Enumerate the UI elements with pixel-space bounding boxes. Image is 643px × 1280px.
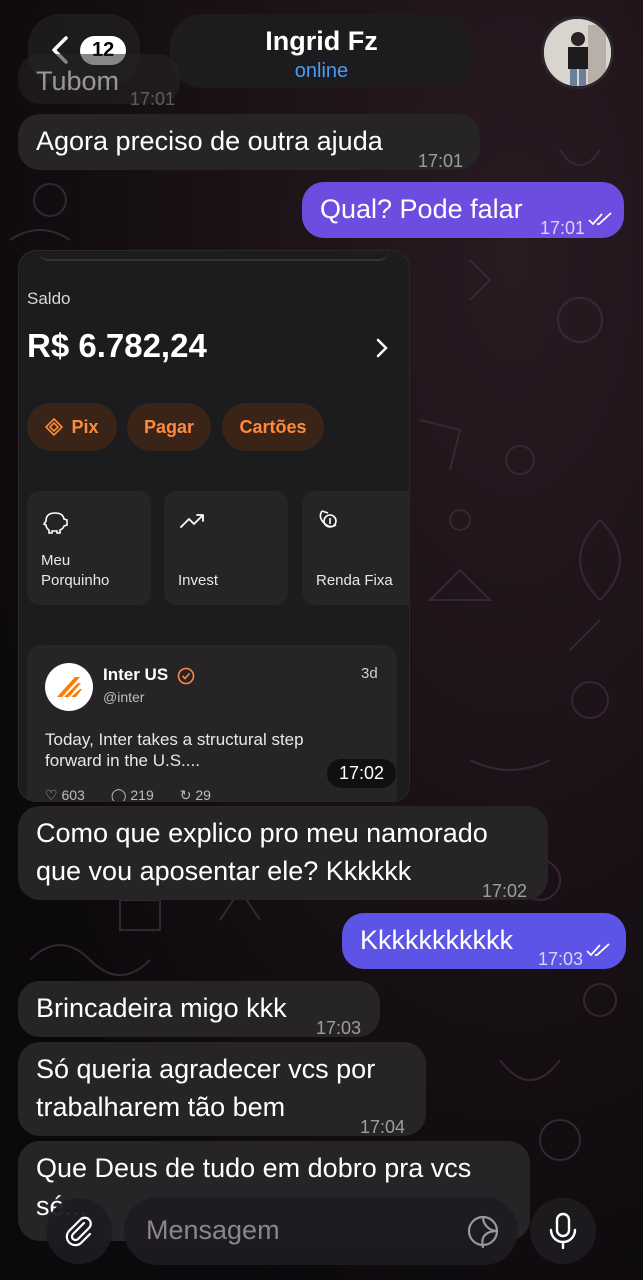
pix-label: Pix [71,416,99,437]
likes-value: 603 [61,787,85,802]
pix-button: Pix [27,403,117,451]
read-receipt-icon [588,212,612,226]
message-bubble-incoming[interactable]: Brincadeira migo kkk 17:03 [18,981,380,1038]
chevron-right-icon [376,338,388,358]
message-text: Que Deus de tudo em dobro pra vcs [36,1153,472,1183]
verified-badge-icon [177,667,195,685]
contact-name: Ingrid Fz [265,26,378,56]
message-input-placeholder: Mensagem [146,1215,280,1245]
image-message[interactable]: Saldo R$ 6.782,24 Pix Pagar Cartões Meu … [18,250,410,802]
message-text: Qual? Pode falar [320,194,523,224]
message-time: 17:01 [418,151,464,171]
inter-logo [45,663,93,711]
message-bubble-outgoing[interactable]: Qual? Pode falar 17:01 [302,182,624,238]
tile-invest: Invest [164,491,288,605]
pix-icon [45,418,64,436]
attach-button[interactable] [46,1198,112,1264]
post-text: Today, Inter takes a structural step for… [45,730,304,770]
message-text: Agora preciso de outra ajuda [36,126,383,156]
message-time: 17:02 [482,881,528,901]
message-time: 17:03 [538,949,584,969]
comments-count: ◯ 219 [110,787,154,802]
read-receipt-icon [586,943,610,957]
tile-label: Renda Fixa [316,572,393,589]
message-text: Só queria agradecer vcs por [36,1054,376,1084]
chat-title[interactable]: Ingrid Fz online [170,14,473,88]
pagar-button: Pagar [127,403,211,451]
tile-meu-porquinho: Meu Porquinho [27,491,151,605]
contact-avatar[interactable] [541,16,614,89]
cartoes-button: Cartões [222,403,324,451]
inter-logo-icon [46,664,92,710]
message-time: 17:01 [540,218,586,238]
tile-renda-fixa: Renda Fixa [302,491,409,605]
pagar-label: Pagar [143,416,195,437]
trend-up-icon [180,514,204,528]
balance-value: R$ 6.782,24 [27,327,207,364]
tile-label: Meu Porquinho [41,552,110,589]
reposts-count: ↻ 29 [179,787,211,802]
message-text-line2: que vou aposentar ele? Kkkkkk [36,856,412,886]
tile-label: Invest [178,572,219,589]
paperclip-icon [65,1216,92,1247]
message-text: Como que explico pro meu namorado [36,818,488,848]
balance-label: Saldo [27,289,71,308]
microphone-icon [549,1212,577,1250]
post-handle: @inter [103,689,145,705]
likes-count: ♡ 603 [45,787,85,802]
post-age: 3d [361,665,378,682]
message-bubble-incoming[interactable]: Agora preciso de outra ajuda 17:01 [18,114,480,171]
message-text: Kkkkkkkkkkk [360,925,514,955]
message-input[interactable]: Mensagem [124,1197,518,1265]
cartoes-label: Cartões [239,416,307,437]
message-text: Brincadeira migo kkk [36,993,287,1023]
message-text: Tubom [36,66,120,96]
post-stats: ♡ 603 ◯ 219 ↻ 29 [45,787,211,802]
renda-fixa-icon [319,510,337,528]
comments-value: 219 [130,787,154,802]
sticker-icon[interactable] [466,1214,500,1248]
message-bubble-outgoing[interactable]: Kkkkkkkkkkk 17:03 [342,913,626,969]
reposts-value: 29 [195,787,211,802]
message-time: 17:02 [327,759,397,788]
message-bubble-incoming[interactable]: Como que explico pro meu namorado que vo… [18,806,548,901]
voice-record-button[interactable] [530,1198,596,1264]
piggy-bank-icon [42,512,68,534]
message-bubble-incoming[interactable]: Só queria agradecer vcs por trabalharem … [18,1042,426,1137]
contact-status: online [294,60,349,82]
screenshot-top-strip [39,251,389,261]
message-text-line2: trabalharem tão bem [36,1092,286,1122]
post-author: Inter US [103,665,169,684]
message-bubble-partial[interactable]: Tubom 17:01 [18,54,180,109]
